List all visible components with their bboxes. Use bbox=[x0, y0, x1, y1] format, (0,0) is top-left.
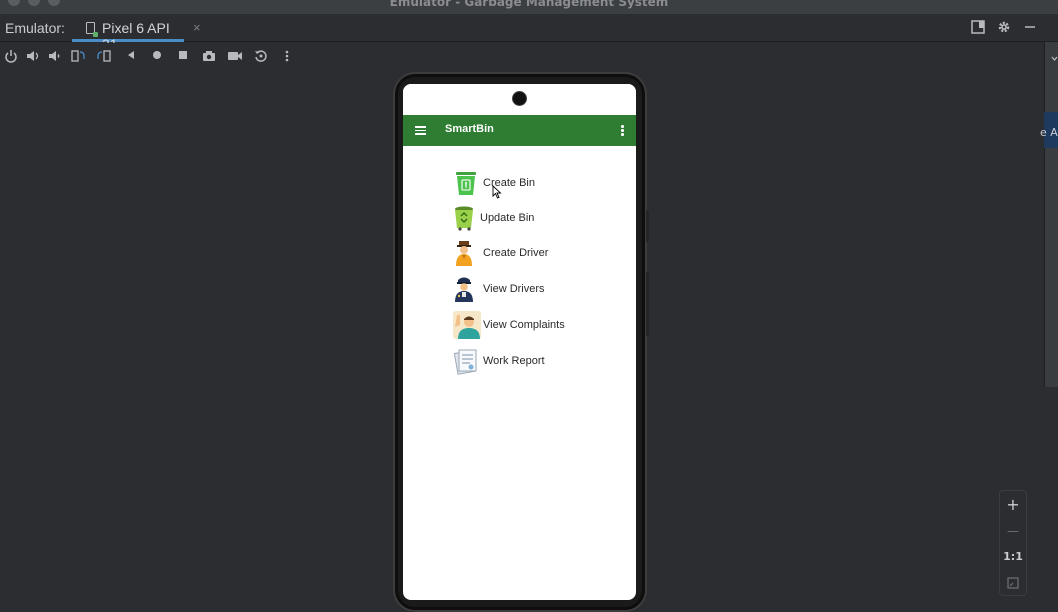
overview-icon[interactable] bbox=[175, 49, 191, 65]
zoom-controls: + — 1:1 bbox=[999, 490, 1027, 596]
more-icon[interactable] bbox=[279, 49, 295, 65]
close-tab-icon[interactable]: × bbox=[193, 20, 201, 36]
reset-icon[interactable] bbox=[253, 49, 269, 65]
menu-item-label: View Drivers bbox=[483, 283, 545, 295]
police-driver-icon bbox=[453, 275, 481, 303]
home-icon[interactable] bbox=[149, 49, 165, 65]
camera-icon[interactable] bbox=[201, 49, 217, 65]
menu-item-label: Create Driver bbox=[483, 247, 549, 259]
right-side-panel-text: e Al bbox=[1040, 126, 1058, 139]
menu-item-label: Update Bin bbox=[480, 212, 535, 224]
menu-item-create-bin[interactable]: Create Bin bbox=[453, 169, 613, 199]
menu-item-view-drivers[interactable]: View Drivers bbox=[453, 275, 613, 305]
phone-screen: SmartBin Create Bin Update Bin Create Dr… bbox=[403, 84, 636, 600]
report-icon bbox=[453, 347, 481, 375]
tab-pixel-6[interactable]: Pixel 6 API 31 × bbox=[72, 14, 201, 52]
front-camera-icon bbox=[513, 92, 526, 105]
title-bar: Emulator - Garbage Management System bbox=[0, 0, 1058, 14]
app-bar: SmartBin bbox=[403, 115, 636, 146]
back-icon[interactable] bbox=[123, 49, 139, 65]
layout-icon[interactable] bbox=[971, 20, 985, 38]
green-bin-icon bbox=[453, 169, 481, 197]
video-icon[interactable] bbox=[227, 49, 243, 65]
volume-down-icon[interactable] bbox=[47, 49, 63, 65]
settings-gear-icon[interactable] bbox=[997, 20, 1011, 38]
device-icon bbox=[86, 22, 98, 37]
volume-up-icon[interactable] bbox=[25, 49, 41, 65]
emulator-label: Emulator: bbox=[5, 20, 65, 36]
menu-item-create-driver[interactable]: Create Driver bbox=[453, 239, 613, 269]
menu-item-update-bin[interactable]: Update Bin bbox=[453, 204, 613, 234]
menu-item-view-complaints[interactable]: View Complaints bbox=[453, 311, 613, 341]
emulator-toolbar bbox=[0, 43, 1040, 71]
power-icon[interactable] bbox=[3, 49, 19, 65]
menu-item-label: View Complaints bbox=[483, 319, 565, 331]
overflow-menu-icon[interactable] bbox=[621, 125, 624, 136]
tab-row: Emulator: Pixel 6 API 31 × bbox=[0, 14, 1058, 52]
rotate-left-icon[interactable] bbox=[70, 49, 86, 65]
menu-item-label: Work Report bbox=[483, 355, 545, 367]
fit-screen-icon[interactable] bbox=[1000, 571, 1026, 595]
status-bar bbox=[403, 84, 636, 115]
driver-icon bbox=[453, 239, 481, 267]
zoom-in-button[interactable]: + bbox=[1000, 493, 1026, 517]
app-title: SmartBin bbox=[445, 123, 494, 135]
window-title: Emulator - Garbage Management System bbox=[389, 0, 669, 9]
rotate-right-icon[interactable] bbox=[96, 49, 112, 65]
zoom-one-to-one-button[interactable]: 1:1 bbox=[1000, 545, 1026, 569]
right-side-panel bbox=[1044, 42, 1058, 387]
phone-volume-button bbox=[646, 210, 649, 242]
panel-chevron-icon[interactable] bbox=[1051, 54, 1058, 67]
emulator-window: Emulator - Garbage Management System Emu… bbox=[0, 0, 1058, 612]
waving-man-icon bbox=[453, 311, 481, 339]
mouse-pointer-icon bbox=[492, 185, 502, 199]
recycle-bin-icon bbox=[453, 204, 481, 232]
menu-item-work-report[interactable]: Work Report bbox=[453, 347, 613, 377]
minimize-panel-icon[interactable] bbox=[1023, 20, 1037, 38]
zoom-out-button[interactable]: — bbox=[1000, 519, 1026, 543]
hamburger-menu-icon[interactable] bbox=[415, 126, 426, 135]
menu-item-label: Create Bin bbox=[483, 177, 535, 189]
phone-power-button bbox=[646, 272, 649, 336]
